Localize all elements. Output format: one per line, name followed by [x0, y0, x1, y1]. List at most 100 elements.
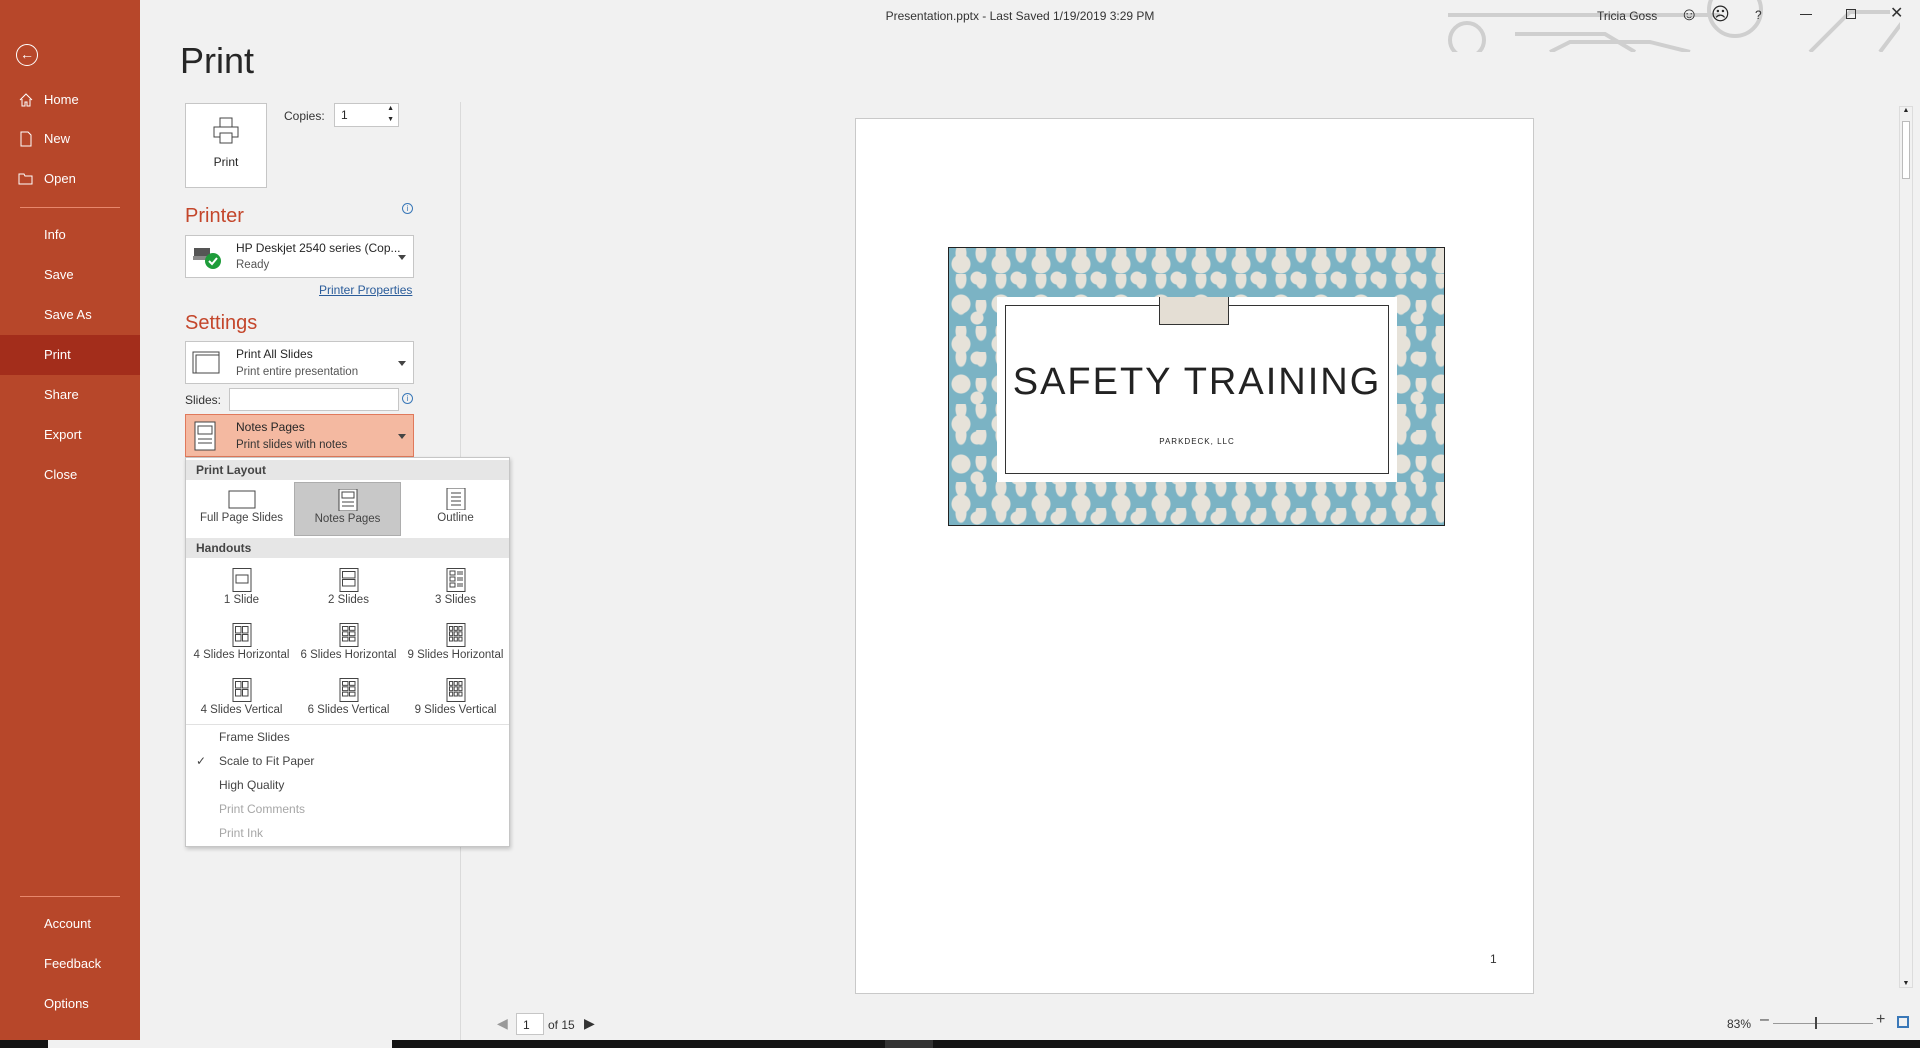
- scroll-up-icon[interactable]: ▲: [1900, 107, 1912, 114]
- option-print-ink: Print Ink: [219, 826, 263, 840]
- spin-down-icon[interactable]: ▼: [387, 116, 394, 123]
- user-name[interactable]: Tricia Goss: [1597, 9, 1657, 23]
- sidebar-item-export[interactable]: Export: [0, 415, 140, 455]
- page-input[interactable]: 1: [516, 1013, 544, 1035]
- sidebar-item-label: Save: [44, 267, 74, 282]
- vertical-scrollbar[interactable]: ▲ ▼: [1899, 106, 1913, 988]
- handout-layout-icon: [446, 623, 465, 647]
- zoom-slider[interactable]: [1773, 1023, 1873, 1024]
- slides-input[interactable]: [229, 388, 399, 411]
- chevron-down-icon: [398, 255, 406, 260]
- print-layout-subtitle: Print slides with notes: [236, 439, 348, 451]
- sidebar-item-label: Feedback: [44, 956, 102, 971]
- printer-heading: Printer: [185, 205, 244, 227]
- sidebar-item-new[interactable]: New: [0, 119, 140, 159]
- handout-4-slides-vertical[interactable]: 4 Slides Vertical: [188, 672, 295, 726]
- close-window-button[interactable]: ✕: [1890, 3, 1903, 23]
- info-icon[interactable]: i: [402, 203, 413, 214]
- sidebar-item-label: Print: [44, 347, 71, 362]
- page-total: of 15: [548, 1018, 575, 1032]
- scrollbar-thumb[interactable]: [1902, 121, 1910, 179]
- notes-pages-icon: [194, 421, 216, 451]
- fit-to-window-icon[interactable]: [1897, 1016, 1909, 1028]
- handout-layout-icon: [339, 568, 358, 592]
- printer-properties-link[interactable]: Printer Properties: [319, 283, 412, 297]
- handout-1-slide[interactable]: 1 Slide: [188, 562, 295, 616]
- info-icon[interactable]: i: [402, 393, 413, 404]
- sidebar-item-save-as[interactable]: Save As: [0, 295, 140, 335]
- copies-label: Copies:: [284, 109, 325, 123]
- slide-thumbnail: SAFETY TRAINING PARKDECK, LLC: [948, 247, 1445, 526]
- settings-heading: Settings: [185, 312, 258, 334]
- print-layout-dropdown[interactable]: Notes Pages Print slides with notes: [185, 414, 414, 457]
- sidebar-item-open[interactable]: Open: [0, 159, 140, 199]
- frown-feedback-icon[interactable]: ☹: [1711, 4, 1730, 25]
- option-label: Scale to Fit Paper: [219, 754, 315, 768]
- handout-label: 6 Slides Horizontal: [300, 649, 397, 661]
- handout-2-slides[interactable]: 2 Slides: [295, 562, 402, 616]
- sidebar-item-save[interactable]: Save: [0, 255, 140, 295]
- print-preview-page: SAFETY TRAINING PARKDECK, LLC 1: [855, 118, 1534, 994]
- handout-4-slides-horizontal[interactable]: 4 Slides Horizontal: [188, 617, 295, 671]
- next-page-button[interactable]: ▶: [584, 1015, 595, 1032]
- handout-label: 9 Slides Horizontal: [407, 649, 504, 661]
- print-button[interactable]: Print: [185, 103, 267, 188]
- handout-9-slides-horizontal[interactable]: 9 Slides Horizontal: [402, 617, 509, 671]
- zoom-level[interactable]: 83%: [1727, 1017, 1751, 1031]
- previous-page-button[interactable]: ◀: [497, 1015, 508, 1032]
- print-button-label: Print: [213, 155, 239, 169]
- restore-button[interactable]: [1846, 9, 1856, 19]
- smile-feedback-icon[interactable]: ☺: [1680, 4, 1698, 25]
- help-button[interactable]: ?: [1755, 8, 1762, 22]
- handout-9-slides-vertical[interactable]: 9 Slides Vertical: [402, 672, 509, 726]
- print-range-dropdown[interactable]: Print All Slides Print entire presentati…: [185, 341, 414, 384]
- copies-input[interactable]: 1 ▲ ▼: [334, 103, 399, 127]
- handout-6-slides-horizontal[interactable]: 6 Slides Horizontal: [295, 617, 402, 671]
- zoom-slider-thumb[interactable]: [1815, 1017, 1817, 1029]
- print-range-title: Print All Slides: [236, 347, 313, 361]
- back-button[interactable]: ←: [16, 44, 38, 66]
- handout-label: 4 Slides Vertical: [200, 704, 283, 716]
- handout-6-slides-vertical[interactable]: 6 Slides Vertical: [295, 672, 402, 726]
- minimize-button[interactable]: [1800, 14, 1812, 15]
- option-high-quality[interactable]: High Quality: [219, 778, 284, 792]
- layout-outline[interactable]: Outline: [402, 482, 509, 536]
- full-page-slide-icon: [228, 490, 255, 509]
- printer-dropdown[interactable]: HP Deskjet 2540 series (Cop... Ready: [185, 235, 414, 278]
- handout-3-slides[interactable]: 3 Slides: [402, 562, 509, 616]
- sidebar-item-share[interactable]: Share: [0, 375, 140, 415]
- option-frame-slides[interactable]: Frame Slides: [219, 730, 290, 744]
- sidebar-item-label: Open: [44, 171, 76, 186]
- scroll-down-icon[interactable]: ▼: [1900, 980, 1912, 987]
- sidebar-item-print[interactable]: Print: [0, 335, 140, 375]
- sidebar-item-feedback[interactable]: Feedback: [0, 944, 140, 984]
- sidebar-item-label: Info: [44, 227, 66, 242]
- print-range-subtitle: Print entire presentation: [236, 366, 359, 378]
- option-label: Frame Slides: [219, 730, 290, 744]
- title-box: SAFETY TRAINING PARKDECK, LLC: [997, 297, 1397, 482]
- sidebar-item-options[interactable]: Options: [0, 984, 140, 1024]
- taskbar: [0, 1040, 1920, 1048]
- home-icon: [19, 93, 33, 107]
- zoom-in-button[interactable]: +: [1876, 1011, 1885, 1029]
- print-layout-header: Print Layout: [186, 460, 509, 480]
- sidebar-item-home[interactable]: Home: [0, 80, 140, 120]
- printer-ready-icon: [193, 248, 221, 269]
- layout-label: Notes Pages: [314, 513, 381, 525]
- all-slides-icon: [192, 351, 220, 374]
- zoom-out-button[interactable]: –: [1760, 1011, 1769, 1029]
- sidebar-item-account[interactable]: Account: [0, 904, 140, 944]
- sidebar-item-info[interactable]: Info: [0, 215, 140, 255]
- sidebar-item-label: Home: [44, 92, 79, 107]
- menu-divider: [186, 724, 509, 725]
- print-layout-title: Notes Pages: [236, 420, 305, 434]
- sidebar-item-close[interactable]: Close: [0, 455, 140, 495]
- option-scale-to-fit-paper[interactable]: ✓ Scale to Fit Paper: [196, 754, 315, 768]
- spin-up-icon[interactable]: ▲: [387, 105, 394, 112]
- layout-full-page-slides[interactable]: Full Page Slides: [188, 482, 295, 536]
- layout-notes-pages[interactable]: Notes Pages: [294, 482, 401, 536]
- sidebar-item-label: New: [44, 131, 71, 146]
- backstage-sidebar: ← Home New Open Info Save Save As Print …: [0, 0, 140, 1040]
- handout-label: 6 Slides Vertical: [307, 704, 390, 716]
- checkmark-icon: ✓: [196, 754, 207, 768]
